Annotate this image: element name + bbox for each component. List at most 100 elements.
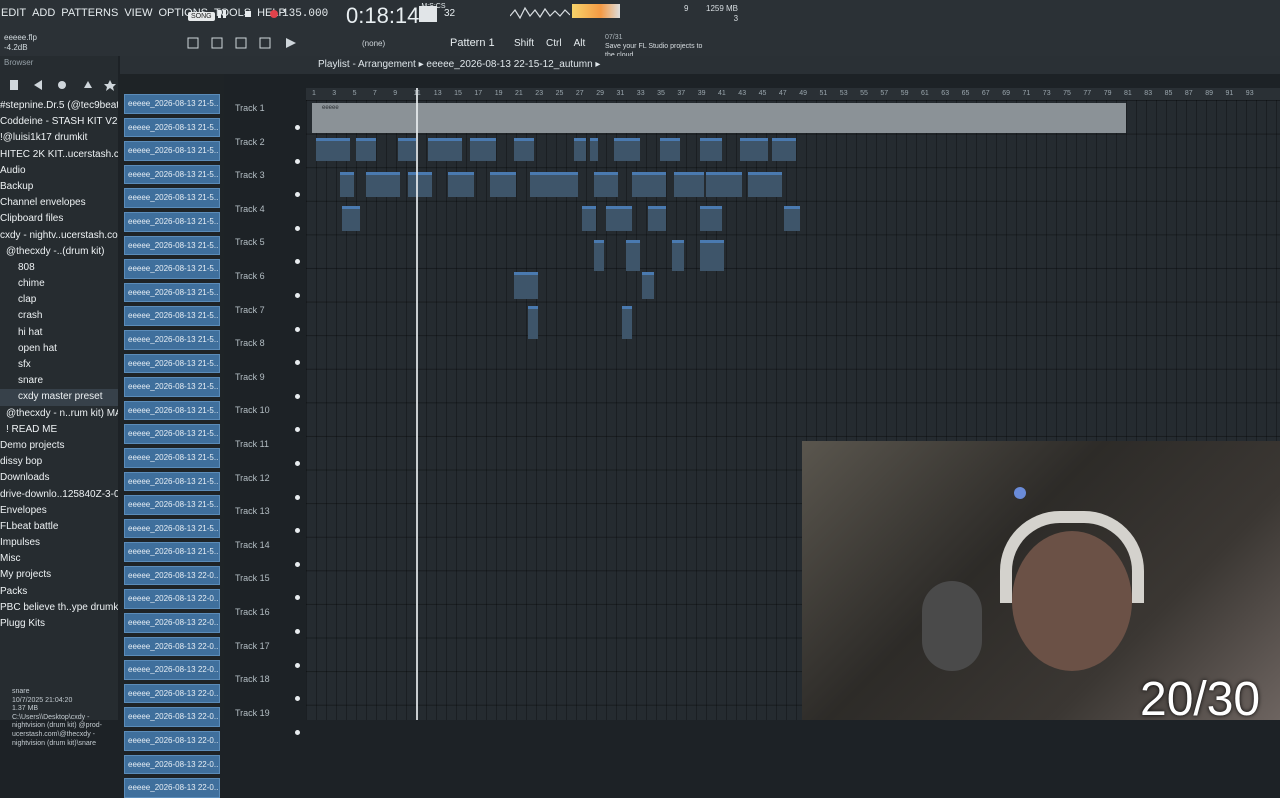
track-header[interactable]: Track 11: [224, 436, 306, 470]
clip-list-item[interactable]: eeeee_2026-08-13 22-0...: [124, 731, 220, 751]
view-buttons-icons[interactable]: [186, 36, 306, 50]
browser-item[interactable]: hi hat: [0, 325, 118, 341]
browser-item[interactable]: Audio: [0, 163, 118, 179]
playlist-clip[interactable]: [614, 138, 640, 161]
track-header[interactable]: Track 13: [224, 503, 306, 537]
browser-item[interactable]: @thecxdy -..(drum kit): [0, 244, 118, 260]
track-mute-led[interactable]: [295, 292, 300, 298]
playlist-clip[interactable]: [574, 138, 586, 161]
shift-key[interactable]: Shift: [514, 38, 534, 49]
playlist-clip[interactable]: [448, 172, 474, 197]
clip-list-item[interactable]: eeeee_2026-08-13 22-0...: [124, 636, 220, 657]
playlist-clip[interactable]: [366, 172, 400, 197]
track-header[interactable]: Track 15: [224, 570, 306, 604]
clip-list-item[interactable]: eeeee_2026-08-13 21-5...: [124, 377, 220, 397]
track-mute-led[interactable]: [295, 528, 300, 534]
time-signature[interactable]: 32: [444, 8, 455, 19]
track-mute-led[interactable]: [295, 561, 300, 567]
browser-item[interactable]: @thecxdy - n..rum kit) MAC: [0, 406, 118, 422]
track-mute-led[interactable]: [295, 192, 300, 198]
playhead[interactable]: [416, 88, 418, 720]
playlist-clip[interactable]: [530, 172, 578, 197]
browser-item[interactable]: #stepnine.Dr.5 (@tec9beat): [0, 98, 118, 114]
playlist-clip[interactable]: [660, 138, 680, 161]
browser-item[interactable]: FLbeat battle: [0, 519, 118, 535]
clip-list-item[interactable]: eeeee_2026-08-13 22-0...: [124, 565, 220, 586]
browser-item[interactable]: Backup: [0, 179, 118, 195]
playlist-clip[interactable]: [594, 240, 604, 271]
timeline-ruler[interactable]: 1357911131517192123252729313335373941434…: [306, 88, 1280, 100]
playlist-clip[interactable]: [706, 172, 742, 197]
clip-list-item[interactable]: eeeee_2026-08-13 21-5...: [124, 329, 220, 350]
clip-list-item[interactable]: eeeee_2026-08-13 22-0...: [124, 683, 220, 704]
playlist-clip[interactable]: [700, 240, 724, 271]
clip-list-item[interactable]: eeeee_2026-08-13 22-0...: [124, 660, 220, 680]
clip-list-item[interactable]: eeeee_2026-08-13 21-5...: [124, 400, 220, 421]
browser-item[interactable]: cxdy - nightv..ucerstash.com: [0, 228, 118, 244]
browser-item[interactable]: open hat: [0, 341, 118, 357]
menu-add[interactable]: ADD: [31, 7, 56, 19]
pattern-selector[interactable]: Pattern 1: [450, 37, 495, 49]
playlist-clip[interactable]: [398, 138, 416, 161]
browser-item[interactable]: Demo projects: [0, 438, 118, 454]
playlist-clip[interactable]: [590, 138, 598, 161]
browser-item[interactable]: Coddeine - STASH KIT V2 I: [0, 114, 118, 130]
track-header[interactable]: Track 7: [224, 302, 306, 336]
browser-item[interactable]: Impulses: [0, 535, 118, 551]
playlist-clip[interactable]: [772, 138, 796, 161]
track-header[interactable]: Track 4: [224, 201, 306, 235]
browser-item[interactable]: snare: [0, 373, 118, 389]
browser-item[interactable]: crash: [0, 308, 118, 324]
playlist-clip[interactable]: [528, 306, 538, 339]
playlist-clip[interactable]: [700, 206, 722, 231]
track-mute-led[interactable]: [295, 259, 300, 265]
playlist-clip[interactable]: [490, 172, 516, 197]
browser-item[interactable]: Packs: [0, 584, 118, 600]
menu-edit[interactable]: EDIT: [0, 7, 27, 19]
playlist-clip[interactable]: [582, 206, 596, 231]
browser-toolbar-icons[interactable]: [0, 78, 124, 92]
browser-item[interactable]: Clipboard files: [0, 211, 118, 227]
clip-list-item[interactable]: eeeee_2026-08-13 21-5...: [124, 447, 220, 468]
track-mute-led[interactable]: [295, 696, 300, 702]
clip-list-item[interactable]: eeeee_2026-08-13 21-5...: [124, 235, 220, 256]
browser-item[interactable]: Envelopes: [0, 503, 118, 519]
clip-list-item[interactable]: eeeee_2026-08-13 21-5...: [124, 424, 220, 444]
clip-list-item[interactable]: eeeee_2026-08-13 21-5...: [124, 164, 220, 185]
playlist-clip[interactable]: [340, 172, 354, 197]
track-mute-led[interactable]: [295, 662, 300, 668]
playlist-clip[interactable]: [316, 138, 350, 161]
song-mode-toggle[interactable]: SONG: [188, 12, 215, 21]
alt-key[interactable]: Alt: [574, 38, 586, 49]
playlist-clip[interactable]: [514, 138, 534, 161]
clip-list-item[interactable]: eeeee_2026-08-13 21-5...: [124, 353, 220, 374]
browser-item[interactable]: sfx: [0, 357, 118, 373]
track-mute-led[interactable]: [295, 225, 300, 231]
track-mute-led[interactable]: [295, 427, 300, 433]
track-header[interactable]: Track 19: [224, 705, 306, 739]
track-header[interactable]: Track 14: [224, 537, 306, 571]
track-mute-led[interactable]: [295, 460, 300, 466]
track-mute-led[interactable]: [295, 393, 300, 399]
playlist-clip[interactable]: [606, 206, 632, 231]
clip-list-item[interactable]: eeeee_2026-08-13 21-5...: [124, 282, 220, 303]
browser-item[interactable]: HITEC 2K KIT..ucerstash.com: [0, 147, 118, 163]
clip-list-item[interactable]: eeeee_2026-08-13 21-5...: [124, 495, 220, 515]
metronome-icon[interactable]: [418, 5, 438, 23]
track-mute-led[interactable]: [295, 158, 300, 164]
clip-list-item[interactable]: eeeee_2026-08-13 22-0...: [124, 707, 220, 728]
track-header[interactable]: Track 17: [224, 638, 306, 672]
playlist-clip[interactable]: [700, 138, 722, 161]
snap-selector[interactable]: (none): [362, 39, 385, 48]
track-header[interactable]: Track 18: [224, 671, 306, 705]
clip-list-item[interactable]: eeeee_2026-08-13 22-0...: [124, 778, 220, 798]
track-header[interactable]: Track 10: [224, 402, 306, 436]
playlist-clip[interactable]: [748, 172, 782, 197]
clip-list-item[interactable]: eeeee_2026-08-13 21-5...: [124, 188, 220, 208]
clip-list-item[interactable]: eeeee_2026-08-13 21-5...: [124, 117, 220, 138]
playlist-clip[interactable]: [594, 172, 618, 197]
playlist-clip[interactable]: [514, 272, 538, 299]
clip-list-item[interactable]: eeeee_2026-08-13 21-5...: [124, 471, 220, 492]
track-header[interactable]: Track 2: [224, 134, 306, 168]
clip-list-item[interactable]: eeeee_2026-08-13 21-5...: [124, 542, 220, 562]
